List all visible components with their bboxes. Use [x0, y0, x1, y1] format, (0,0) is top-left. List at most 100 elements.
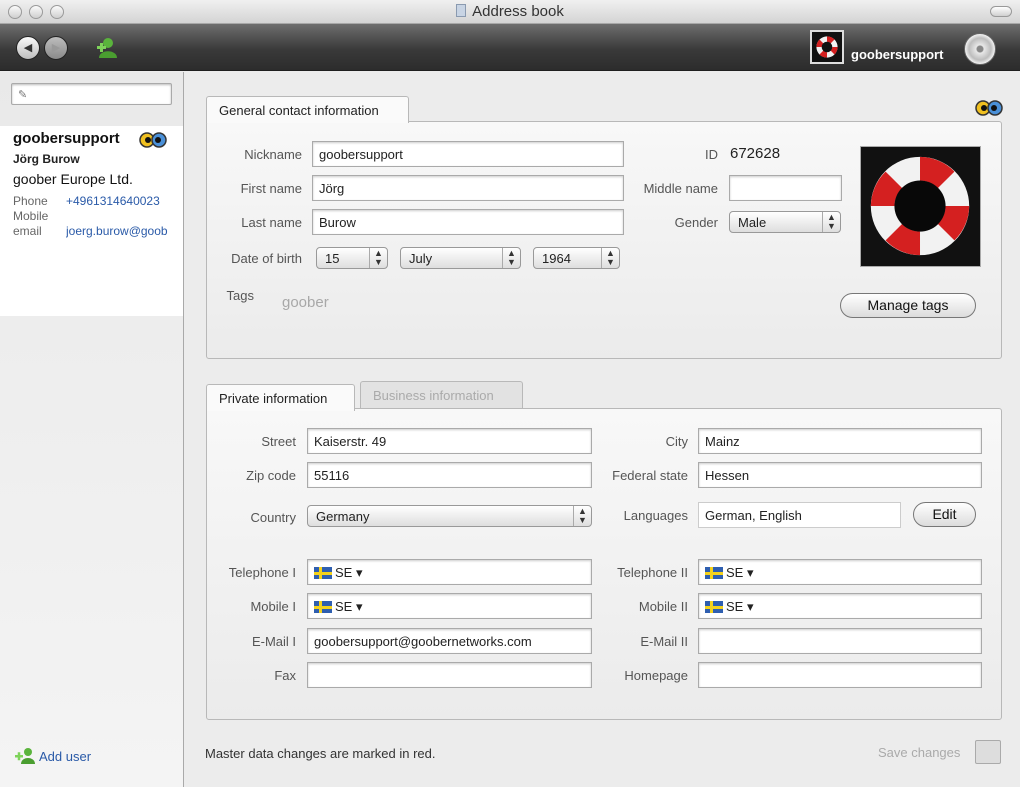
dob-day-select[interactable]: 15 ▲ ▼ — [316, 247, 388, 269]
email-label: email — [13, 224, 42, 238]
dob-year-select[interactable]: 1964 ▲ ▼ — [533, 247, 620, 269]
id-value: 672628 — [730, 145, 781, 162]
street-field[interactable]: Kaiserstr. 49 — [307, 428, 592, 454]
gender-select[interactable]: Male ▲ ▼ — [729, 211, 841, 233]
goggles-icon — [139, 132, 167, 148]
homepage-field[interactable] — [698, 662, 982, 688]
mobile2-label: Mobile II — [638, 599, 688, 614]
dob-month-value: July — [409, 251, 433, 266]
current-user-name[interactable]: goobersupport — [851, 47, 943, 62]
phone-value[interactable]: +4961314640023 — [66, 194, 183, 208]
languages-label: Languages — [623, 508, 688, 523]
email-value[interactable]: joerg.burow@goob — [66, 224, 183, 238]
user-avatar[interactable] — [810, 30, 844, 64]
mobile1-field[interactable]: SE ▾ — [307, 593, 592, 619]
country-label: Country — [250, 510, 296, 525]
manage-tags-button[interactable]: Manage tags — [840, 293, 976, 318]
nickname-label: Nickname — [244, 147, 302, 162]
homepage-label: Homepage — [624, 668, 688, 683]
window-titlebar: Address book — [0, 0, 1020, 24]
phone-label: Phone — [13, 194, 48, 208]
first-name-label: First name — [240, 181, 302, 196]
dob-day-value: 15 — [325, 251, 340, 266]
mobile2-field[interactable]: SE ▾ — [698, 593, 982, 619]
middle-name-field[interactable] — [729, 175, 842, 201]
stepper-arrows-icon: ▲ ▼ — [502, 248, 520, 268]
mobile-label: Mobile — [13, 209, 49, 223]
stepper-arrows-icon: ▲ ▼ — [369, 248, 387, 268]
back-button[interactable]: ◀ — [16, 36, 40, 60]
fax-field[interactable] — [307, 662, 592, 688]
tags-value[interactable]: goober — [282, 294, 329, 311]
telephone2-country-code[interactable]: SE ▾ — [726, 565, 753, 580]
state-label: Federal state — [612, 468, 688, 483]
gender-label: Gender — [674, 215, 718, 230]
add-user-label: Add user — [39, 749, 92, 764]
disc-icon[interactable] — [964, 33, 996, 65]
mobile2-country-code[interactable]: SE ▾ — [726, 599, 753, 614]
last-name-label: Last name — [241, 215, 302, 230]
edit-languages-button[interactable]: Edit — [913, 502, 976, 527]
state-field[interactable]: Hessen — [698, 462, 982, 488]
country-select[interactable]: Germany ▲ ▼ — [307, 505, 592, 527]
zip-field[interactable]: 55116 — [307, 462, 592, 488]
master-data-note: Master data changes are marked in red. — [205, 746, 436, 761]
goggles-icon — [975, 100, 1003, 116]
sweden-flag-icon — [705, 601, 723, 613]
dob-month-select[interactable]: July ▲ ▼ — [400, 247, 521, 269]
sweden-flag-icon — [314, 567, 332, 579]
document-icon — [456, 4, 467, 17]
search-input[interactable]: ✎ — [11, 83, 172, 105]
tags-label: Tags — [226, 288, 254, 303]
sidebar: ✎ goobersupport Jörg Burow goober Europe… — [0, 72, 184, 787]
country-value: Germany — [316, 509, 370, 524]
email2-label: E-Mail II — [640, 634, 688, 649]
forward-button[interactable]: ▶ — [44, 36, 68, 60]
dob-label: Date of birth — [231, 251, 302, 266]
city-field[interactable]: Mainz — [698, 428, 982, 454]
tab-business-info[interactable]: Business information — [360, 381, 523, 408]
email1-field[interactable]: goobersupport@goobernetworks.com — [307, 628, 592, 654]
email2-field[interactable] — [698, 628, 982, 654]
stepper-arrows-icon: ▲ ▼ — [573, 506, 591, 526]
contact-company: goober Europe Ltd. — [13, 171, 133, 187]
window-title: Address book — [0, 3, 1020, 20]
telephone1-country-code[interactable]: SE ▾ — [335, 565, 362, 580]
mobile1-country-code[interactable]: SE ▾ — [335, 599, 362, 614]
mobile1-label: Mobile I — [250, 599, 296, 614]
tab-private-info[interactable]: Private information — [206, 384, 355, 411]
add-contact-icon[interactable] — [96, 37, 120, 59]
contact-full-name: Jörg Burow — [13, 152, 80, 166]
telephone2-label: Telephone II — [617, 565, 688, 580]
email1-label: E-Mail I — [251, 634, 296, 649]
telephone2-field[interactable]: SE ▾ — [698, 559, 982, 585]
stepper-arrows-icon: ▲ ▼ — [822, 212, 840, 232]
contact-nickname: goobersupport — [13, 130, 120, 147]
telephone1-field[interactable]: SE ▾ — [307, 559, 592, 585]
stepper-arrows-icon: ▲ ▼ — [601, 248, 619, 268]
street-label: Street — [261, 434, 296, 449]
languages-field[interactable]: German, English — [698, 502, 901, 528]
pencil-icon: ✎ — [18, 89, 28, 101]
id-label: ID — [705, 147, 718, 162]
sweden-flag-icon — [314, 601, 332, 613]
sweden-flag-icon — [705, 567, 723, 579]
contact-card[interactable]: goobersupport Jörg Burow goober Europe L… — [0, 126, 183, 316]
contact-photo[interactable] — [860, 146, 981, 267]
nickname-field[interactable]: goobersupport — [312, 141, 624, 167]
window-title-text: Address book — [472, 3, 564, 20]
gender-value: Male — [738, 215, 767, 230]
zip-label: Zip code — [246, 468, 296, 483]
middle-name-label: Middle name — [643, 181, 718, 196]
city-label: City — [665, 434, 688, 449]
first-name-field[interactable]: Jörg — [312, 175, 624, 201]
save-disk-icon[interactable] — [975, 740, 1001, 764]
add-user-button[interactable]: Add user — [15, 748, 91, 764]
fax-label: Fax — [274, 668, 296, 683]
last-name-field[interactable]: Burow — [312, 209, 624, 235]
tab-general-contact[interactable]: General contact information — [206, 96, 409, 123]
dob-year-value: 1964 — [542, 251, 571, 266]
add-user-icon — [15, 748, 35, 764]
save-changes-button[interactable]: Save changes — [878, 745, 960, 760]
toolbar-toggle-button[interactable] — [990, 6, 1012, 17]
